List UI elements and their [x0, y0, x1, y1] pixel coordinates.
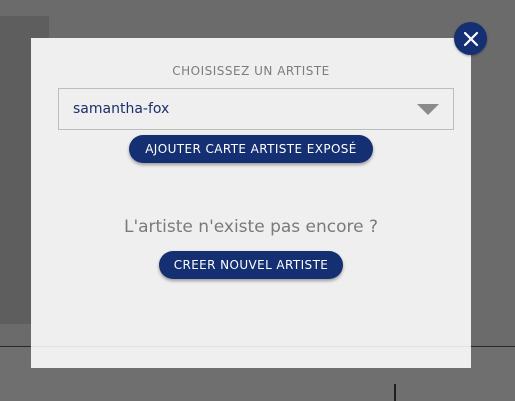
close-dialog-button[interactable] [454, 22, 487, 55]
background-vertical-divider [394, 384, 396, 401]
add-exhibited-artist-card-button[interactable]: AJOUTER CARTE ARTISTE EXPOSÉ [129, 135, 373, 163]
choose-artist-label: CHOISISSEZ UN ARTISTE [172, 64, 330, 78]
artist-missing-question: L'artiste n'existe pas encore ? [123, 217, 379, 237]
dialog-footer-divider [31, 346, 471, 347]
add-artist-dialog: CHOISISSEZ UN ARTISTE samantha-fox AJOUT… [31, 38, 471, 368]
close-icon [463, 31, 479, 47]
create-new-artist-button[interactable]: CREER NOUVEL ARTISTE [159, 251, 343, 279]
artist-select-value: samantha-fox [73, 101, 170, 117]
chevron-down-icon [417, 101, 439, 120]
artist-select[interactable]: samantha-fox [58, 88, 454, 130]
